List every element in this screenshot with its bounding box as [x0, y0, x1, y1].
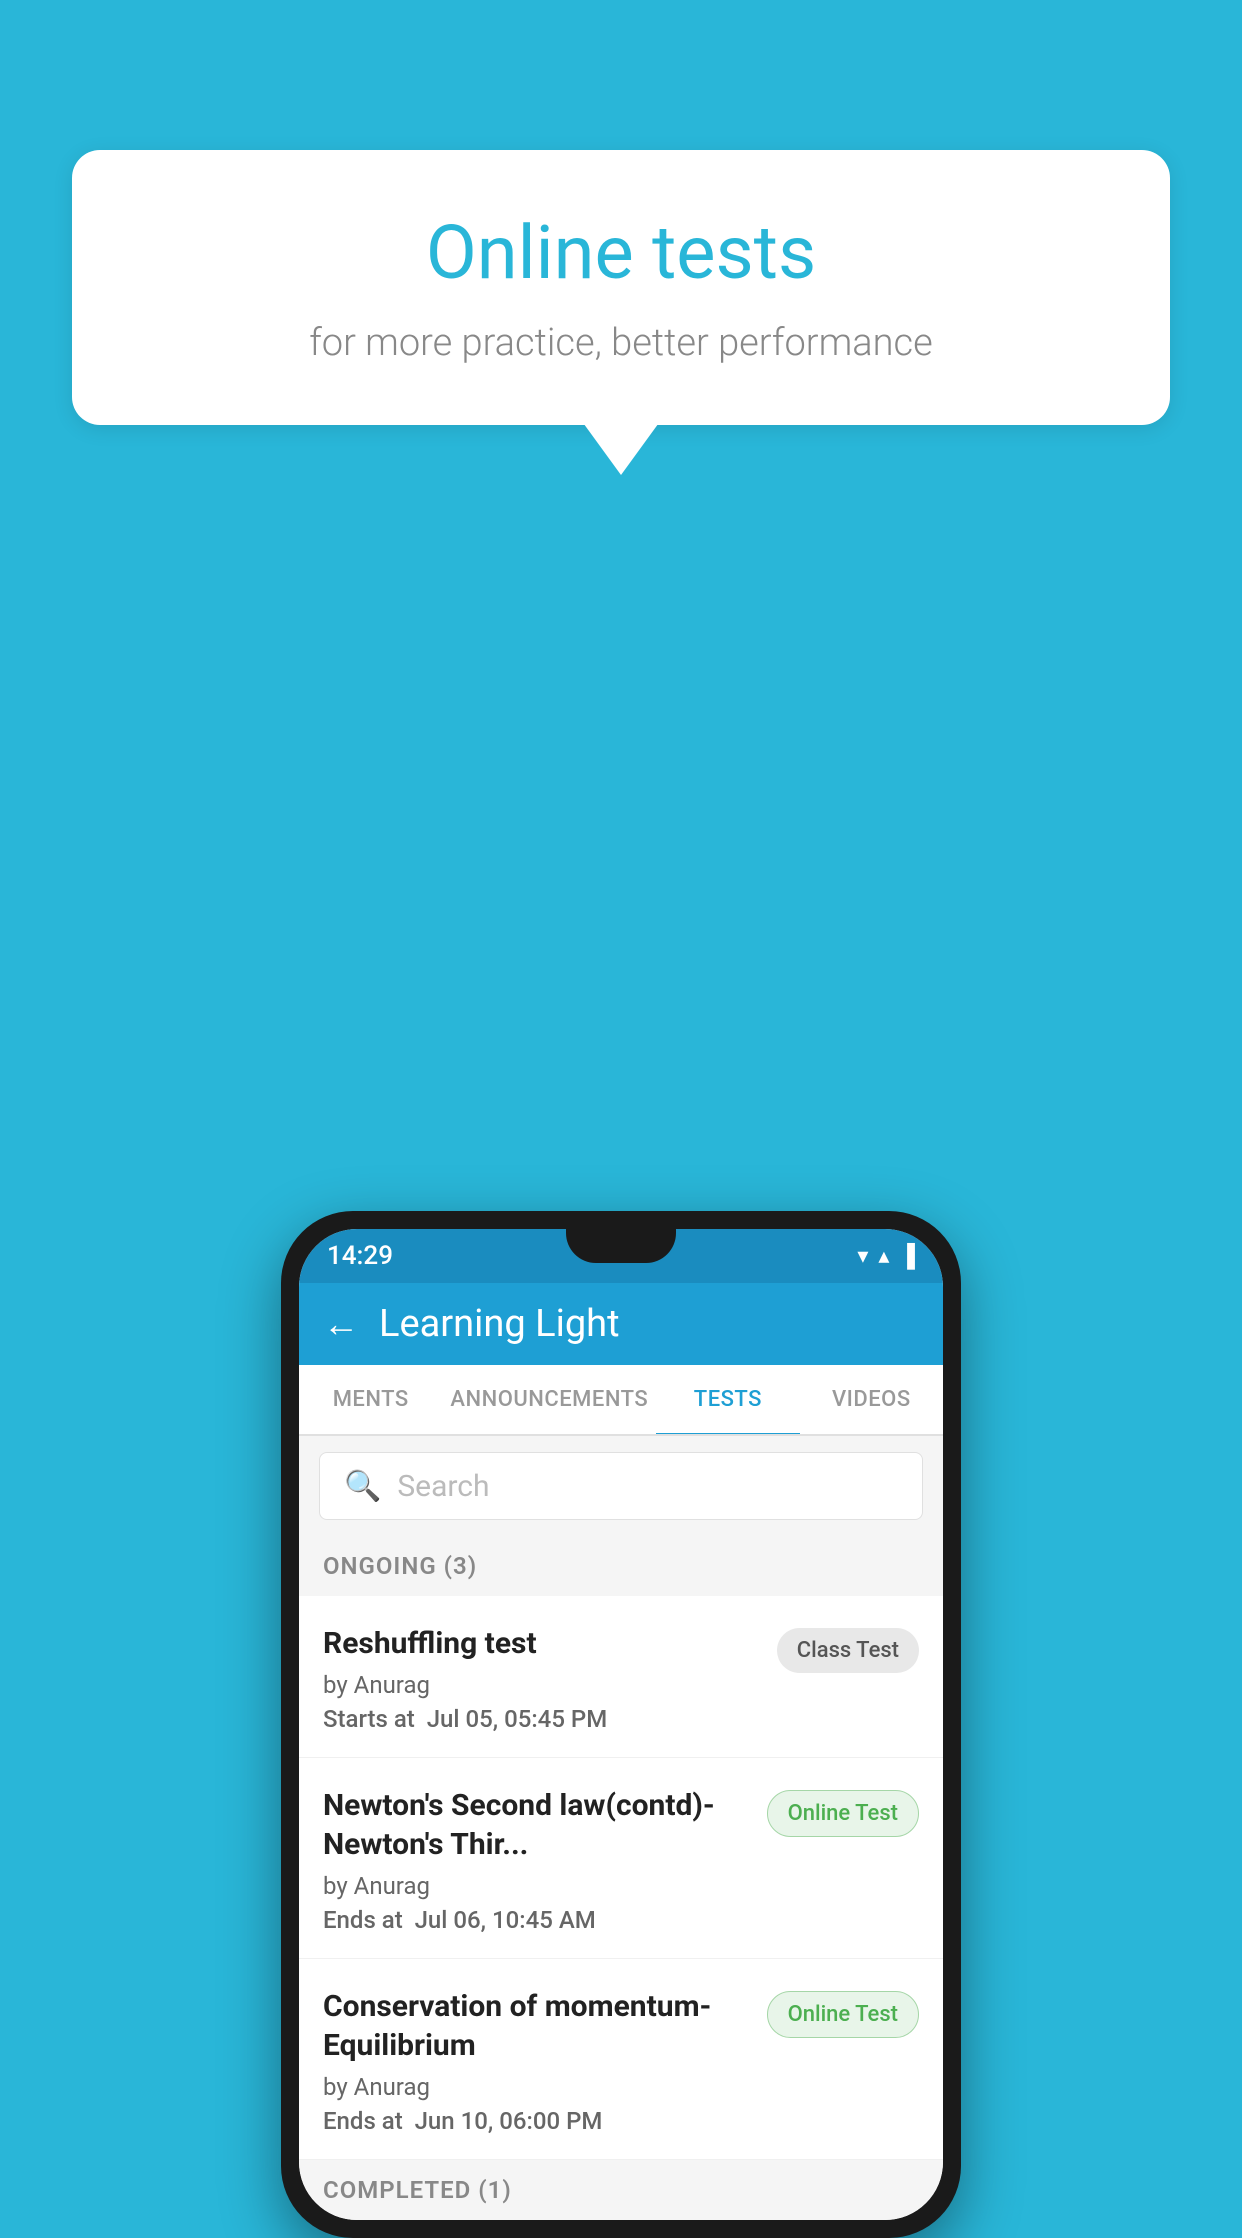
test-time-2: Ends at Jul 06, 10:45 AM	[323, 1906, 751, 1934]
phone-screen: 14:29 ▾ ▴ ▐ ← Learning Light MENTS ANNOU…	[299, 1229, 943, 2220]
tab-tests[interactable]: TESTS	[656, 1365, 799, 1434]
test-info-2: Newton's Second law(contd)-Newton's Thir…	[323, 1786, 767, 1934]
bubble-title: Online tests	[152, 210, 1090, 297]
section-ongoing-header: ONGOING (3)	[299, 1536, 943, 1596]
status-time: 14:29	[327, 1241, 393, 1271]
test-time-label-1: Starts at	[323, 1705, 415, 1733]
tab-ments[interactable]: MENTS	[299, 1365, 442, 1434]
tab-announcements[interactable]: ANNOUNCEMENTS	[442, 1365, 656, 1434]
test-time-label-2: Ends at	[323, 1906, 403, 1934]
test-time-label-3: Ends at	[323, 2107, 403, 2135]
search-input[interactable]: Search	[397, 1469, 489, 1504]
test-info-1: Reshuffling test by Anurag Starts at Jul…	[323, 1624, 777, 1733]
test-author-1: by Anurag	[323, 1671, 761, 1699]
phone-notch	[566, 1229, 676, 1263]
test-author-2: by Anurag	[323, 1872, 751, 1900]
test-item-3[interactable]: Conservation of momentum-Equilibrium by …	[299, 1959, 943, 2160]
test-time-3: Ends at Jun 10, 06:00 PM	[323, 2107, 751, 2135]
test-name-1: Reshuffling test	[323, 1624, 761, 1663]
section-completed-label: COMPLETED (1)	[323, 2176, 512, 2204]
test-time-value-1: Jul 05, 05:45 PM	[427, 1705, 608, 1733]
section-ongoing-label: ONGOING (3)	[323, 1552, 477, 1580]
test-badge-2: Online Test	[767, 1790, 919, 1837]
section-completed-header: COMPLETED (1)	[299, 2160, 943, 2220]
search-bar[interactable]: 🔍 Search	[319, 1452, 923, 1520]
test-name-3: Conservation of momentum-Equilibrium	[323, 1987, 751, 2065]
search-icon: 🔍	[344, 1469, 381, 1504]
bubble-subtitle: for more practice, better performance	[152, 321, 1090, 365]
battery-icon: ▐	[899, 1243, 915, 1269]
app-title: Learning Light	[379, 1302, 620, 1346]
status-icons: ▾ ▴ ▐	[857, 1243, 915, 1269]
tab-videos[interactable]: VIDEOS	[800, 1365, 943, 1434]
test-author-3: by Anurag	[323, 2073, 751, 2101]
test-name-2: Newton's Second law(contd)-Newton's Thir…	[323, 1786, 751, 1864]
tabs-container: MENTS ANNOUNCEMENTS TESTS VIDEOS	[299, 1365, 943, 1436]
wifi-icon: ▾	[857, 1244, 868, 1269]
signal-icon: ▴	[878, 1244, 889, 1269]
test-item-2[interactable]: Newton's Second law(contd)-Newton's Thir…	[299, 1758, 943, 1959]
test-time-1: Starts at Jul 05, 05:45 PM	[323, 1705, 761, 1733]
test-time-value-2: Jul 06, 10:45 AM	[415, 1906, 596, 1934]
test-list: Reshuffling test by Anurag Starts at Jul…	[299, 1596, 943, 2160]
test-badge-3: Online Test	[767, 1991, 919, 2038]
test-info-3: Conservation of momentum-Equilibrium by …	[323, 1987, 767, 2135]
status-bar: 14:29 ▾ ▴ ▐	[299, 1229, 943, 1283]
test-item-1[interactable]: Reshuffling test by Anurag Starts at Jul…	[299, 1596, 943, 1758]
test-time-value-3: Jun 10, 06:00 PM	[415, 2107, 603, 2135]
phone-frame: 14:29 ▾ ▴ ▐ ← Learning Light MENTS ANNOU…	[281, 1211, 961, 2238]
back-button[interactable]: ←	[323, 1303, 359, 1345]
speech-bubble-container: Online tests for more practice, better p…	[72, 150, 1170, 425]
test-badge-1: Class Test	[777, 1628, 919, 1673]
search-container: 🔍 Search	[299, 1436, 943, 1536]
app-header: ← Learning Light	[299, 1283, 943, 1365]
speech-bubble: Online tests for more practice, better p…	[72, 150, 1170, 425]
